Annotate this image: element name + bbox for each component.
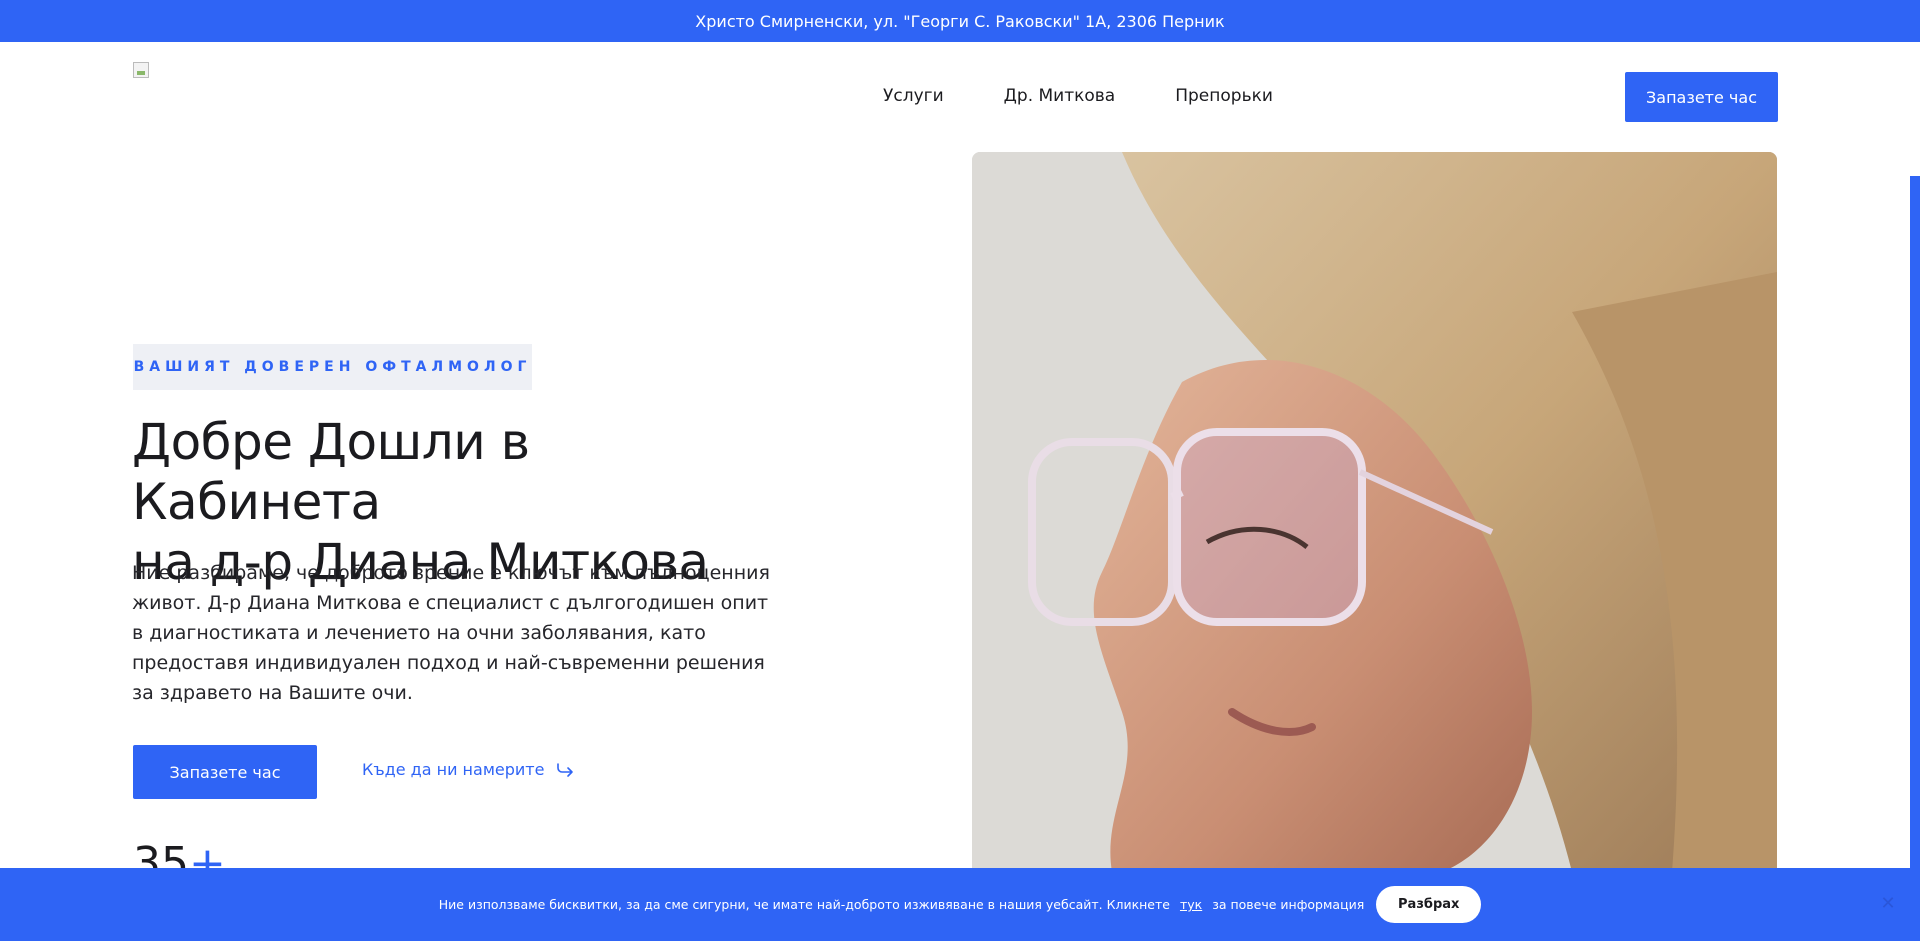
find-us-label: Къде да ни намерите (362, 760, 545, 779)
arrow-return-right-icon (557, 762, 574, 777)
cookie-text: Ние използваме бисквитки, за да сме сигу… (438, 897, 1170, 912)
doctor-photo (972, 152, 1777, 872)
header-book-button[interactable]: Запазете час (1625, 72, 1778, 122)
site-header: Услуги Др. Миткова Препорьки Запазете ча… (0, 42, 1910, 152)
hero-title-line1: Добре Дошли в Кабинета (132, 413, 530, 531)
portrait-illustration (972, 152, 1777, 872)
nav-item-services[interactable]: Услуги (883, 86, 944, 106)
find-us-link[interactable]: Къде да ни намерите (362, 760, 574, 779)
hero-book-button[interactable]: Запазете час (133, 745, 317, 799)
address-text: Христо Смирненски, ул. "Георги С. Раковс… (695, 11, 1225, 31)
cookie-more-link[interactable]: тук (1180, 897, 1202, 912)
main-nav: Услуги Др. Миткова Препорьки (883, 86, 1273, 106)
hero-description: Ние разбираме, че доброто зрение е ключъ… (132, 562, 770, 704)
hero-eyebrow: ВАШИЯТ ДОВЕРЕН ОФТАЛМОЛОГ (133, 344, 532, 390)
logo-broken-image-icon[interactable] (133, 62, 149, 78)
scrollbar[interactable] (1910, 176, 1920, 941)
close-icon[interactable]: ✕ (1877, 892, 1899, 914)
cookie-accept-button[interactable]: Разбрах (1376, 886, 1482, 923)
nav-item-recommendations[interactable]: Препорьки (1175, 86, 1273, 106)
nav-item-dr-mitkova[interactable]: Др. Миткова (1004, 86, 1116, 106)
cookie-banner: Ние използваме бисквитки, за да сме сигу… (0, 868, 1920, 941)
cookie-text-after: за повече информация (1212, 897, 1365, 912)
address-bar: Христо Смирненски, ул. "Георги С. Раковс… (0, 0, 1920, 42)
